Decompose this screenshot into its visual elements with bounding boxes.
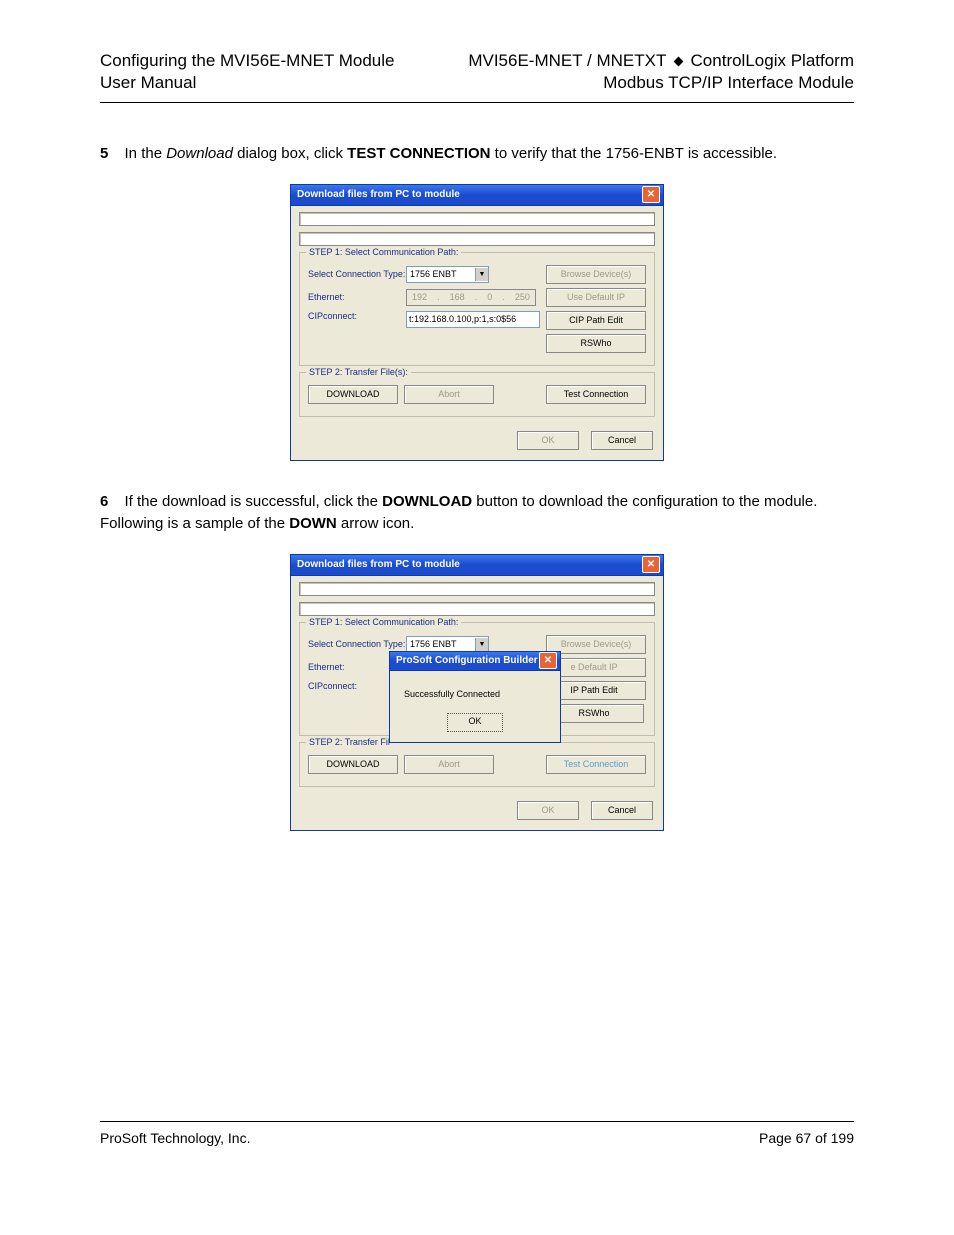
abort-button[interactable]: Abort xyxy=(404,755,494,774)
footer-rule xyxy=(100,1121,854,1122)
cipconnect-label: CIPconnect: xyxy=(308,311,406,321)
footer-left: ProSoft Technology, Inc. xyxy=(100,1130,250,1146)
step2-legend: STEP 2: Transfer Fil xyxy=(306,737,393,747)
cipconnect-input[interactable]: t:192.168.0.100,p:1,s:0$56 xyxy=(406,311,540,328)
status-bar-2 xyxy=(299,602,655,616)
dialog1-titlebar: Download files from PC to module ✕ xyxy=(291,185,663,206)
success-popup: ProSoft Configuration Builder ✕ Successf… xyxy=(389,651,561,743)
page-footer: ProSoft Technology, Inc. Page 67 of 199 xyxy=(100,1130,854,1146)
ok-button[interactable]: OK xyxy=(517,801,579,820)
status-bar-2 xyxy=(299,232,655,246)
header-right-line2: Modbus TCP/IP Interface Module xyxy=(468,72,854,94)
header-left-line1: Configuring the MVI56E-MNET Module xyxy=(100,50,395,72)
dialog2-title: Download files from PC to module xyxy=(297,559,460,570)
download-dialog-2: Download files from PC to module ✕ STEP … xyxy=(290,554,664,831)
header-right-line1: MVI56E-MNET / MNETXT ControlLogix Platfo… xyxy=(468,50,854,72)
abort-button[interactable]: Abort xyxy=(404,385,494,404)
close-icon[interactable]: ✕ xyxy=(642,186,660,203)
step1-legend: STEP 1: Select Communication Path: xyxy=(306,617,461,627)
test-connection-button[interactable]: Test Connection xyxy=(546,755,646,774)
step1-legend: STEP 1: Select Communication Path: xyxy=(306,247,461,257)
conn-type-select[interactable]: 1756 ENBT ▼ xyxy=(406,266,489,283)
cancel-button[interactable]: Cancel xyxy=(591,801,653,820)
step2-fieldset: STEP 2: Transfer Fil DOWNLOAD Abort Test… xyxy=(299,742,655,787)
browse-devices-button[interactable]: Browse Device(s) xyxy=(546,635,646,654)
header-left-line2: User Manual xyxy=(100,72,395,94)
use-default-ip-button[interactable]: Use Default IP xyxy=(546,288,646,307)
step-number-5: 5 xyxy=(100,145,108,162)
step-number-6: 6 xyxy=(100,493,108,510)
status-bars xyxy=(291,206,663,246)
download-button[interactable]: DOWNLOAD xyxy=(308,755,398,774)
popup-title: ProSoft Configuration Builder xyxy=(396,655,538,666)
rswho-button[interactable]: RSWho xyxy=(546,334,646,353)
popup-ok-button[interactable]: OK xyxy=(447,713,503,732)
download-dialog-1: Download files from PC to module ✕ STEP … xyxy=(290,184,664,461)
diamond-icon xyxy=(673,57,683,67)
status-bar-1 xyxy=(299,582,655,596)
popup-message: Successfully Connected xyxy=(398,689,552,699)
ethernet-label: Ethernet: xyxy=(308,292,406,302)
dialog1-title: Download files from PC to module xyxy=(297,189,460,200)
step6-paragraph: 6 If the download is successful, click t… xyxy=(100,491,854,536)
ok-button[interactable]: OK xyxy=(517,431,579,450)
conn-type-value: 1756 ENBT xyxy=(410,639,457,649)
popup-titlebar: ProSoft Configuration Builder ✕ xyxy=(390,652,560,671)
step5-paragraph: 5 In the Download dialog box, click TEST… xyxy=(100,143,854,166)
page-header: Configuring the MVI56E-MNET Module User … xyxy=(100,50,854,94)
test-connection-button[interactable]: Test Connection xyxy=(546,385,646,404)
browse-devices-button[interactable]: Browse Device(s) xyxy=(546,265,646,284)
chevron-down-icon[interactable]: ▼ xyxy=(475,268,488,281)
conn-type-value: 1756 ENBT xyxy=(410,269,457,279)
ethernet-ip-input[interactable]: 192. 168. 0. 250 xyxy=(406,289,536,306)
close-icon[interactable]: ✕ xyxy=(539,652,557,669)
conn-type-label: Select Connection Type: xyxy=(308,639,406,649)
step1-fieldset: STEP 1: Select Communication Path: Selec… xyxy=(299,252,655,366)
step2-fieldset: STEP 2: Transfer File(s): DOWNLOAD Abort… xyxy=(299,372,655,417)
step2-legend: STEP 2: Transfer File(s): xyxy=(306,367,411,377)
close-icon[interactable]: ✕ xyxy=(642,556,660,573)
download-button[interactable]: DOWNLOAD xyxy=(308,385,398,404)
footer-right: Page 67 of 199 xyxy=(759,1130,854,1146)
header-rule xyxy=(100,102,854,103)
cancel-button[interactable]: Cancel xyxy=(591,431,653,450)
status-bar-1 xyxy=(299,212,655,226)
cip-path-edit-button[interactable]: CIP Path Edit xyxy=(546,311,646,330)
chevron-down-icon[interactable]: ▼ xyxy=(475,638,488,651)
status-bars xyxy=(291,576,663,616)
conn-type-label: Select Connection Type: xyxy=(308,269,406,279)
dialog2-titlebar: Download files from PC to module ✕ xyxy=(291,555,663,576)
